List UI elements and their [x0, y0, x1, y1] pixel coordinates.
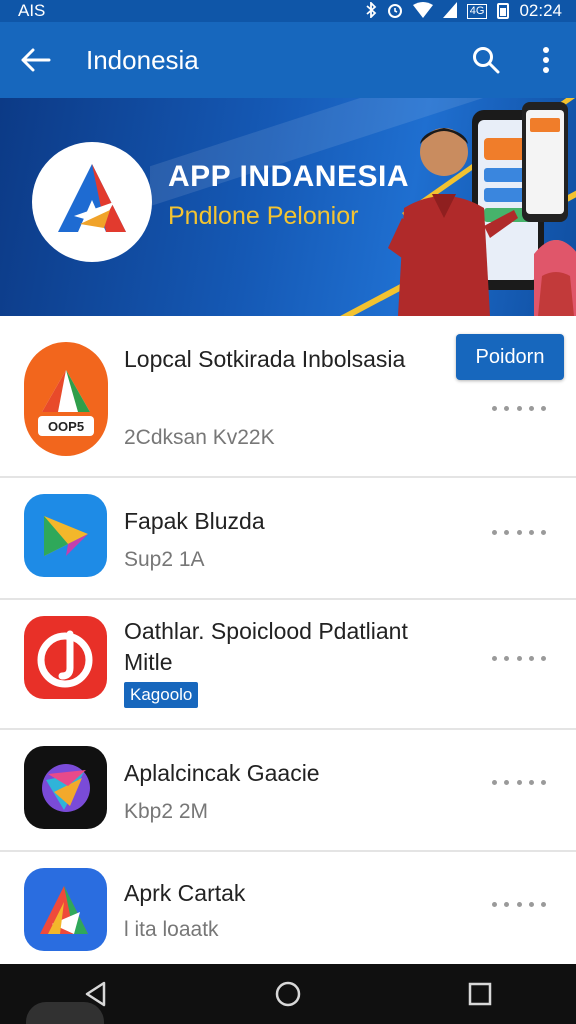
partial-app-icon	[26, 1002, 104, 1024]
app-name: Lopcal Sotkirada Inbolsasia	[124, 346, 406, 372]
list-item[interactable]: Aprk Cartak l ita loaatk	[0, 852, 576, 964]
app-icon	[24, 746, 107, 829]
status-icons: 4G 02:24	[365, 0, 562, 21]
back-button[interactable]	[0, 22, 72, 98]
banner-headline: APP INDANESIA	[168, 160, 409, 193]
search-icon	[473, 47, 500, 74]
list-item[interactable]: OOP5 Lopcal Sotkirada Inbolsasia 2Cdksan…	[0, 316, 576, 478]
status-bar: AIS 4G 02:24	[0, 0, 576, 22]
app-name: Aprk Cartak	[124, 880, 246, 906]
app-bar: Indonesia	[0, 22, 576, 98]
app-name: Fapak Bluzda	[124, 508, 265, 534]
carrier-label: AIS	[18, 1, 46, 20]
alarm-icon	[387, 2, 403, 21]
search-button[interactable]	[456, 22, 516, 98]
app-icon	[24, 616, 107, 699]
app-list: OOP5 Lopcal Sotkirada Inbolsasia 2Cdksan…	[0, 316, 576, 964]
list-item[interactable]: Aplalcincak Gaacie Kbp2 2M	[0, 730, 576, 852]
square-recents-icon	[468, 982, 492, 1006]
app-logo-icon	[58, 164, 126, 232]
app-meta: Sup2 1A	[124, 548, 205, 571]
wifi-icon	[412, 1, 433, 21]
more-dots-icon[interactable]	[492, 780, 546, 788]
arrow-left-icon	[21, 48, 51, 72]
more-dots-icon[interactable]	[492, 530, 546, 538]
app-name: Aplalcincak Gaacie	[124, 760, 320, 786]
app-badge: Kagoolo	[124, 682, 199, 708]
app-icon-label: OOP5	[47, 419, 85, 434]
bluetooth-icon	[365, 0, 377, 21]
network-badge: 4G	[466, 3, 488, 19]
system-nav-bar	[0, 964, 576, 1024]
banner-subline: Pndlone Pelonior	[168, 202, 359, 230]
more-options-button[interactable]	[516, 22, 576, 98]
page-title: Indonesia	[86, 44, 199, 75]
app-name: Oathlar. Spoiclood Pdatliant Mitle	[124, 618, 408, 675]
banner-people-illustration	[388, 102, 576, 316]
battery-icon	[497, 3, 510, 19]
app-meta: l ita loaatk	[124, 918, 219, 941]
clock: 02:24	[519, 1, 562, 20]
more-dots-icon[interactable]	[492, 902, 546, 910]
install-button[interactable]: Poidorn	[456, 334, 564, 380]
app-icon	[24, 342, 108, 456]
circle-home-icon	[275, 981, 301, 1007]
app-icon	[24, 494, 107, 577]
banner-logo	[32, 142, 152, 262]
app-meta: Kbp2 2M	[124, 800, 209, 823]
nav-home-button[interactable]	[258, 964, 318, 1024]
signal-icon	[442, 1, 457, 21]
more-dots-icon[interactable]	[492, 656, 546, 664]
more-dots-icon[interactable]	[492, 406, 546, 414]
list-item[interactable]: Fapak Bluzda Sup2 1A	[0, 478, 576, 600]
promo-banner[interactable]: APP INDANESIA Pndlone Pelonior	[0, 98, 576, 316]
more-vert-icon	[543, 47, 549, 73]
app-meta: 2Cdksan Kv22K	[124, 426, 275, 449]
app-icon	[24, 868, 107, 951]
nav-recents-button[interactable]	[450, 964, 510, 1024]
list-item[interactable]: Oathlar. Spoiclood Pdatliant Mitle Kagoo…	[0, 600, 576, 730]
